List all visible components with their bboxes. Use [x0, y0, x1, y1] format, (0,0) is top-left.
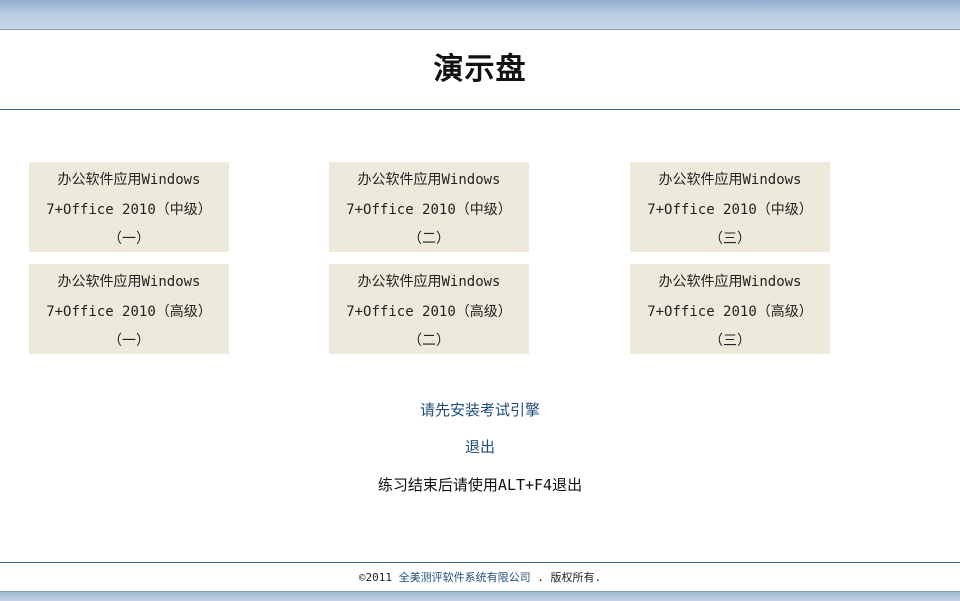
exam-tile-advanced-1[interactable]: 办公软件应用Windows 7+Office 2010（高级） （一）	[29, 264, 229, 354]
tile-line-1: 办公软件应用Windows	[658, 172, 802, 188]
footer-divider	[0, 562, 960, 563]
exam-tile-advanced-2[interactable]: 办公软件应用Windows 7+Office 2010（高级） （二）	[329, 264, 529, 354]
install-engine-row: 请先安装考试引擎	[0, 399, 960, 420]
rights-text: . 版权所有.	[537, 571, 602, 584]
tile-line-3: （二）	[408, 333, 450, 349]
tile-line-3: （三）	[709, 231, 751, 247]
tile-line-2: 7+Office 2010（中级）	[647, 201, 813, 218]
tile-line-1: 办公软件应用Windows	[658, 274, 802, 290]
tile-line-2: 7+Office 2010（高级）	[346, 303, 512, 320]
tile-line-3: （三）	[709, 333, 751, 349]
install-engine-link[interactable]: 请先安装考试引擎	[420, 401, 540, 419]
title-divider	[0, 109, 960, 110]
top-banner	[0, 0, 960, 30]
exit-link[interactable]: 退出	[465, 438, 495, 456]
tile-line-3: （一）	[108, 333, 150, 349]
tile-line-3: （一）	[108, 231, 150, 247]
company-link[interactable]: 全美测评软件系统有限公司	[399, 571, 531, 584]
page-title: 演示盘	[433, 52, 527, 87]
exam-tile-intermediate-2[interactable]: 办公软件应用Windows 7+Office 2010（中级） （二）	[329, 162, 529, 252]
exit-hint-text: 练习结束后请使用ALT+F4退出	[377, 476, 583, 494]
tile-line-1: 办公软件应用Windows	[57, 172, 201, 188]
footer: ©2011 全美测评软件系统有限公司 . 版权所有.	[0, 569, 960, 585]
tile-line-2: 7+Office 2010（中级）	[46, 201, 212, 218]
tile-line-2: 7+Office 2010（高级）	[46, 303, 212, 320]
tile-line-1: 办公软件应用Windows	[357, 274, 501, 290]
tile-line-1: 办公软件应用Windows	[57, 274, 201, 290]
exit-row: 退出	[0, 436, 960, 457]
tile-line-2: 7+Office 2010（高级）	[647, 303, 813, 320]
copyright-text: ©2011	[358, 571, 392, 584]
tile-line-2: 7+Office 2010（中级）	[346, 201, 512, 218]
exam-tile-intermediate-3[interactable]: 办公软件应用Windows 7+Office 2010（中级） （三）	[630, 162, 830, 252]
exam-tile-intermediate-1[interactable]: 办公软件应用Windows 7+Office 2010（中级） （一）	[29, 162, 229, 252]
tile-line-3: （二）	[408, 231, 450, 247]
exam-tile-advanced-3[interactable]: 办公软件应用Windows 7+Office 2010（高级） （三）	[630, 264, 830, 354]
tile-line-1: 办公软件应用Windows	[357, 172, 501, 188]
